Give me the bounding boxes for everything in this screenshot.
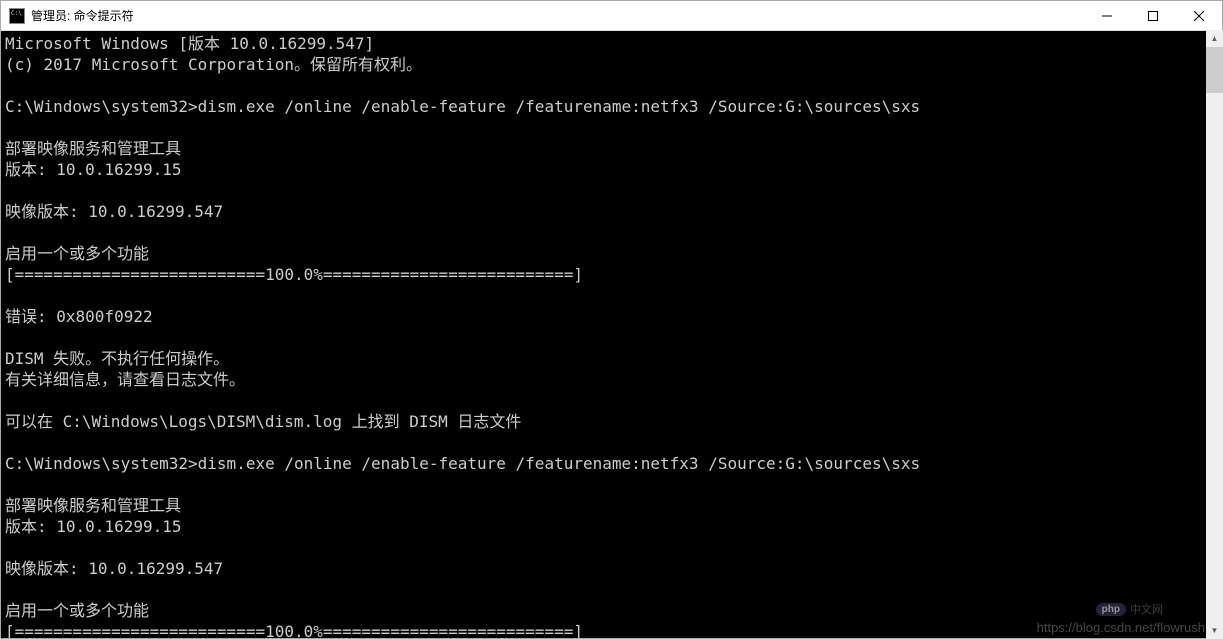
scroll-down-arrow[interactable]: ▼ — [1206, 622, 1223, 639]
minimize-button[interactable] — [1084, 1, 1130, 30]
scroll-track[interactable] — [1206, 47, 1223, 622]
scroll-thumb[interactable] — [1206, 47, 1223, 93]
scroll-up-arrow[interactable]: ▲ — [1206, 30, 1223, 47]
command-prompt-window: 管理员: 命令提示符 Microsoft Windows [版本 10.0.16… — [0, 0, 1223, 639]
terminal-output: Microsoft Windows [版本 10.0.16299.547] (c… — [5, 33, 1218, 638]
window-title: 管理员: 命令提示符 — [31, 7, 1084, 24]
titlebar[interactable]: 管理员: 命令提示符 — [1, 1, 1222, 31]
maximize-button[interactable] — [1130, 1, 1176, 30]
close-button[interactable] — [1176, 1, 1222, 30]
vertical-scrollbar[interactable]: ▲ ▼ — [1206, 30, 1223, 639]
window-controls — [1084, 1, 1222, 30]
cmd-icon — [9, 8, 25, 24]
terminal-area[interactable]: Microsoft Windows [版本 10.0.16299.547] (c… — [1, 31, 1222, 638]
